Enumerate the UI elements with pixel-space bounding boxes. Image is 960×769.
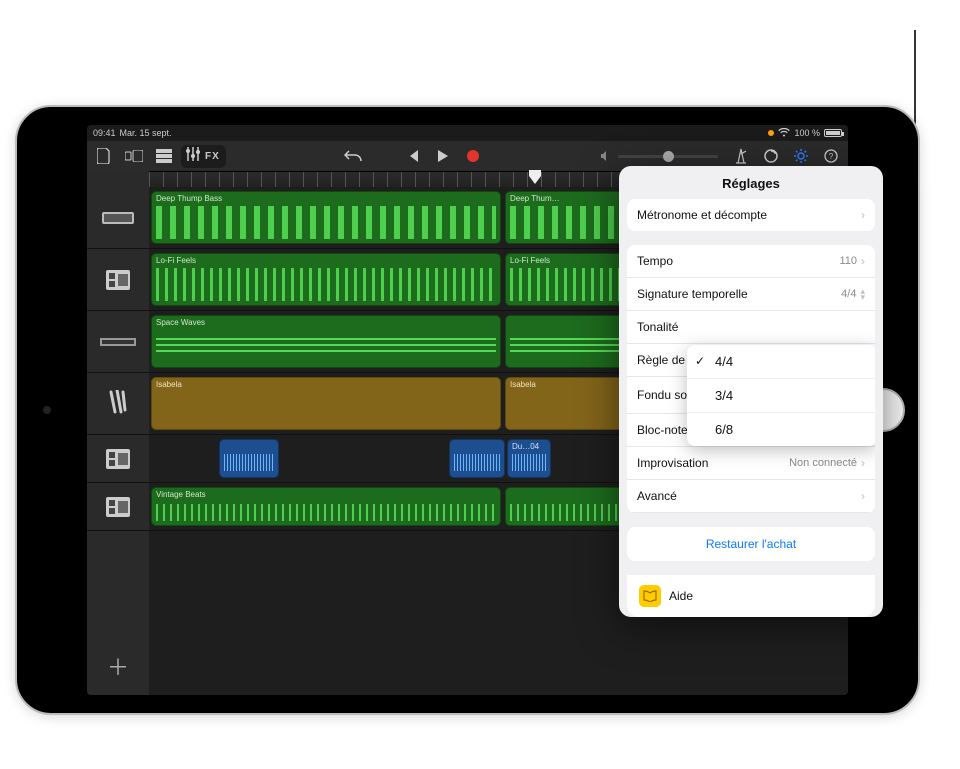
row-label: Improvisation <box>637 456 708 470</box>
row-advanced[interactable]: Avancé › <box>627 480 875 513</box>
timesig-value: 4/4 <box>841 288 856 300</box>
row-label: Avancé <box>637 489 677 503</box>
speaker-icon <box>600 150 612 162</box>
region-audio[interactable]: Isabela <box>151 377 501 430</box>
row-help[interactable]: Aide <box>627 575 875 617</box>
time-signature-menu: ✓ 4/4 3/4 6/8 <box>687 345 875 446</box>
region-midi[interactable]: Lo-Fi Feels <box>151 253 501 306</box>
track-header-1[interactable] <box>87 187 149 249</box>
tempo-value: 110 <box>839 255 857 267</box>
region-midi[interactable]: Deep Thump Bass <box>151 191 501 244</box>
region-label: Isabela <box>156 380 182 389</box>
row-label: Métronome et décompte <box>637 208 767 222</box>
help-book-icon <box>639 585 661 607</box>
play-button[interactable] <box>430 145 456 167</box>
row-label: Signature temporelle <box>637 287 748 301</box>
region-label: Deep Thump Bass <box>156 194 222 203</box>
svg-text:?: ? <box>829 152 834 161</box>
restore-label: Restaurer l'achat <box>706 537 796 551</box>
track-header-5[interactable] <box>87 435 149 483</box>
option-label: 3/4 <box>715 388 733 403</box>
region-label: Deep Thum… <box>510 194 560 203</box>
fx-button[interactable]: FX <box>203 151 222 162</box>
row-key[interactable]: Tonalité <box>627 311 875 344</box>
restore-purchase-button[interactable]: Restaurer l'achat <box>627 527 875 561</box>
region-audio[interactable]: Du…04 <box>507 439 551 478</box>
track-header-3[interactable] <box>87 311 149 373</box>
stepper-icon: ▴▾ <box>860 288 865 300</box>
add-track-button[interactable]: ＋ <box>103 651 133 681</box>
master-volume-slider[interactable] <box>600 150 724 162</box>
metronome-icon[interactable] <box>728 145 754 167</box>
region-label: Du…04 <box>512 442 539 451</box>
track-headers <box>87 187 149 695</box>
option-label: 4/4 <box>715 354 733 369</box>
chevron-right-icon: › <box>861 456 865 470</box>
track-header-6[interactable] <box>87 483 149 531</box>
status-bar: 09:41 Mar. 15 sept. 100 % <box>87 125 848 141</box>
chevron-right-icon: › <box>861 254 865 268</box>
battery-icon <box>824 129 842 137</box>
check-icon: ✓ <box>695 354 705 368</box>
clock-time: 09:41 <box>93 128 116 138</box>
loop-browser-button[interactable] <box>758 145 784 167</box>
row-label: Tempo <box>637 254 673 268</box>
region-label: Lo-Fi Feels <box>510 256 550 265</box>
go-to-start-button[interactable] <box>400 145 426 167</box>
chevron-right-icon: › <box>861 208 865 222</box>
row-label: Règle de <box>637 353 685 367</box>
chevron-right-icon: › <box>861 489 865 503</box>
timesig-option-4-4[interactable]: ✓ 4/4 <box>687 345 875 378</box>
tracks-view-button[interactable] <box>151 145 177 167</box>
region-audio[interactable] <box>219 439 279 478</box>
row-tempo[interactable]: Tempo 110 › <box>627 245 875 278</box>
row-jam-session[interactable]: Improvisation Non connecté › <box>627 447 875 480</box>
playhead[interactable] <box>529 170 541 184</box>
mixer-icon[interactable] <box>185 147 201 166</box>
undo-button[interactable] <box>340 145 366 167</box>
track-controls-group: FX <box>181 145 226 168</box>
row-label: Bloc-notes <box>637 423 694 437</box>
row-label: Tonalité <box>637 320 678 334</box>
date-label: Mar. 15 sept. <box>120 128 172 138</box>
settings-popover: Réglages Métronome et décompte › Tempo 1… <box>619 166 883 617</box>
timesig-option-3-4[interactable]: 3/4 <box>687 378 875 412</box>
region-midi[interactable]: Vintage Beats <box>151 487 501 526</box>
settings-button[interactable] <box>788 145 814 167</box>
popover-title: Réglages <box>619 166 883 199</box>
record-button[interactable] <box>460 145 486 167</box>
region-label: Vintage Beats <box>156 490 206 499</box>
row-time-signature[interactable]: Signature temporelle 4/4 ▴▾ <box>627 278 875 311</box>
battery-percent: 100 % <box>794 128 820 138</box>
recording-indicator-dot <box>768 130 774 136</box>
region-label: Isabela <box>510 380 536 389</box>
region-audio[interactable] <box>449 439 505 478</box>
help-label: Aide <box>669 589 693 603</box>
region-midi[interactable]: Space Waves <box>151 315 501 368</box>
track-header-2[interactable] <box>87 249 149 311</box>
timesig-option-6-8[interactable]: 6/8 <box>687 412 875 446</box>
track-header-4[interactable] <box>87 373 149 435</box>
help-button[interactable]: ? <box>818 145 844 167</box>
option-label: 6/8 <box>715 422 733 437</box>
region-label: Space Waves <box>156 318 205 327</box>
browser-button[interactable] <box>121 145 147 167</box>
row-metronome[interactable]: Métronome et décompte › <box>627 199 875 231</box>
front-camera <box>43 406 51 414</box>
my-songs-button[interactable] <box>91 145 117 167</box>
jam-status: Non connecté <box>789 457 857 469</box>
wifi-icon <box>778 128 790 139</box>
region-label: Lo-Fi Feels <box>156 256 196 265</box>
